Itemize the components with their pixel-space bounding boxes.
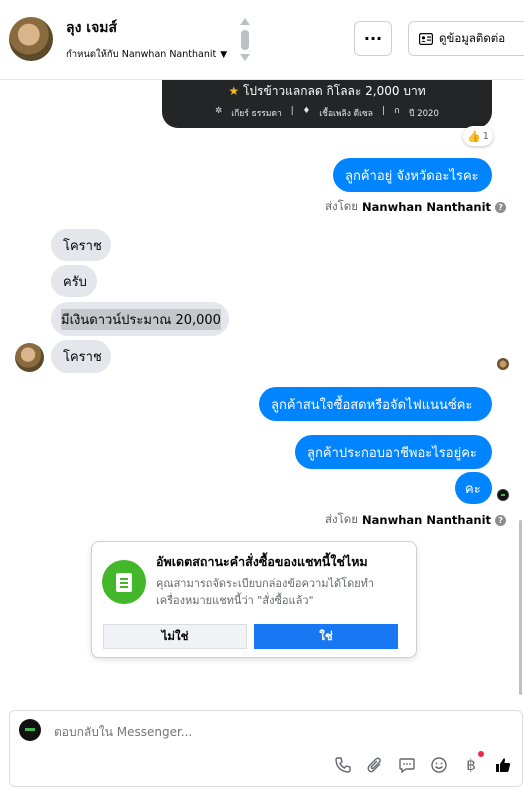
calendar-icon: ∩ (393, 106, 401, 116)
seen-indicator-avatar (497, 489, 509, 501)
gear-icon: ✲ (215, 106, 223, 116)
emoji-icon[interactable] (430, 756, 448, 774)
message-incoming[interactable]: มีเงินดาวน์ประมาณ 20,000 (51, 302, 229, 336)
sent-by-info: ส่งโดย Nanwhan Nanthanit ? (325, 198, 507, 216)
receipt-icon (102, 560, 146, 604)
phone-icon[interactable] (334, 756, 352, 774)
meta-divider: | (382, 106, 385, 116)
product-card[interactable]: ★ โปรข้าวแลกลด กิโลละ 2,000 บาท ✲ เกียร์ … (162, 80, 492, 128)
sent-by-label: ส่งโดย (325, 512, 359, 526)
notification-dot (478, 751, 484, 757)
order-status-prompt: อัพเดตสถานะคำสั่งซื้อของแชทนี้ใช่ไหม คุณ… (91, 541, 417, 658)
composer-toolbar: ฿ (334, 751, 512, 774)
help-icon[interactable]: ? (495, 514, 507, 526)
contact-card-icon (419, 32, 433, 45)
message-incoming[interactable]: โคราช (51, 340, 111, 373)
assignee-selector[interactable]: กำหนดให้กับ Nanwhan Nanthanit ▼ (66, 47, 227, 62)
product-card-title: ★ โปรข้าวแลกลด กิโลละ 2,000 บาท (162, 82, 492, 101)
message-outgoing[interactable]: ลูกค้าอยู่ จังหวัดอะไรคะ (333, 158, 492, 192)
view-contact-button[interactable]: ดูข้อมูลติดต่อ (408, 21, 524, 56)
star-icon: ★ (228, 84, 240, 98)
message-composer: ฿ (9, 710, 523, 787)
sent-by-name: Nanwhan Nanthanit (362, 200, 492, 214)
header-scroll-control[interactable] (238, 18, 252, 64)
help-icon[interactable]: ? (495, 201, 507, 213)
message-outgoing[interactable]: ลูกค้าสนใจซื้อสดหรือจัดไฟแนนซ์คะ (259, 387, 492, 421)
status-prompt-title: อัพเดตสถานะคำสั่งซื้อของแชทนี้ใช่ไหม (156, 554, 368, 569)
reaction-badge[interactable]: 👍 1 (463, 126, 493, 146)
confirm-button[interactable]: ใช่ (254, 624, 398, 649)
thumbs-up-icon: 👍 (466, 129, 481, 143)
paperclip-icon[interactable] (366, 756, 384, 774)
contact-avatar-small[interactable] (15, 343, 44, 372)
meta-transmission: เกียร์ ธรรมดา (231, 109, 282, 119)
contact-avatar[interactable] (9, 17, 53, 61)
message-highlighted-text: มีเงินดาวน์ประมาณ 20,000 (61, 308, 221, 330)
meta-divider: | (290, 106, 294, 116)
baht-icon[interactable]: ฿ (462, 751, 484, 774)
more-options-button[interactable]: ··· (354, 21, 392, 56)
seen-indicator-avatar (497, 358, 509, 370)
chat-bubble-icon[interactable] (398, 756, 416, 774)
reaction-count: 1 (482, 130, 490, 142)
contact-name[interactable]: ลุง เจมส์ (66, 17, 117, 39)
page-avatar (19, 719, 41, 741)
sent-by-name: Nanwhan Nanthanit (362, 513, 492, 527)
scroll-up-icon[interactable] (240, 18, 250, 25)
sent-by-label: ส่งโดย (325, 199, 359, 213)
scroll-down-icon[interactable] (240, 54, 250, 61)
chat-scrollbar[interactable] (519, 520, 522, 695)
meta-year: ปี 2020 (409, 109, 439, 119)
assignee-label: กำหนดให้กับ Nanwhan Nanthanit (66, 49, 217, 60)
sent-by-info: ส่งโดย Nanwhan Nanthanit ? (325, 511, 507, 529)
baht-symbol: ฿ (466, 756, 476, 774)
view-contact-label: ดูข้อมูลติดต่อ (439, 30, 506, 45)
conversation-header: ลุง เจมส์ กำหนดให้กับ Nanwhan Nanthanit … (0, 0, 524, 80)
caret-down-icon: ▼ (220, 49, 228, 60)
message-incoming[interactable]: ครับ (51, 265, 97, 297)
product-card-title-text: โปรข้าวแลกลด กิโลละ 2,000 บาท (242, 84, 426, 98)
fuel-icon: ♦ (302, 106, 311, 116)
message-incoming[interactable]: โคราช (51, 229, 111, 261)
product-card-meta: ✲ เกียร์ ธรรมดา | ♦ เชื้อเพลิง ดีเซล | ∩ ปี… (162, 106, 492, 120)
message-outgoing[interactable]: คะ (455, 472, 492, 504)
thumbs-up-icon[interactable] (494, 756, 512, 774)
decline-button[interactable]: ไม่ใช่ (103, 624, 247, 649)
scroll-thumb[interactable] (241, 30, 249, 50)
status-prompt-description: คุณสามารถจัดระเบียบกล่องข้อความได้โดยทำเ… (156, 577, 375, 607)
meta-fuel: เชื้อเพลิง ดีเซล (319, 109, 374, 119)
message-outgoing[interactable]: ลูกค้าประกอบอาชีพอะไรอยู่คะ (295, 435, 492, 469)
reply-input[interactable] (54, 725, 354, 739)
